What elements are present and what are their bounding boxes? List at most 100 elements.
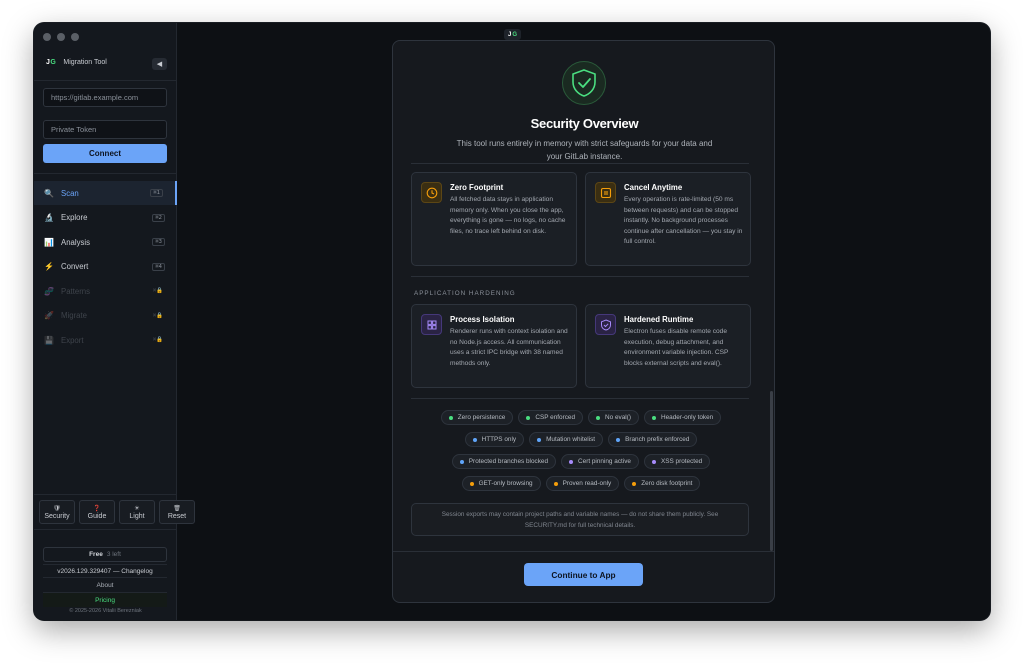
shortcut-hint: ⌘3	[152, 238, 165, 246]
badge-label: Zero persistence	[457, 414, 506, 421]
badge-label: HTTPS only	[481, 436, 517, 443]
sun-icon: ☀	[134, 505, 140, 512]
security-badge: Zero persistence	[440, 410, 514, 425]
divider	[411, 163, 749, 164]
sidebar-item-label: Export	[61, 335, 84, 345]
window-controls	[43, 33, 79, 41]
changelog-link[interactable]: v2026.129.329407 — Changelog	[43, 564, 167, 578]
sidebar-item-label: Migrate	[61, 311, 87, 320]
card-hardened-runtime: Hardened Runtime Electron fuses disable …	[585, 304, 751, 388]
button-label: Guide	[87, 512, 107, 520]
divider	[34, 80, 177, 81]
reset-button[interactable]: 🗑 Reset	[159, 500, 195, 524]
button-label: Light	[129, 512, 145, 520]
status-dot-icon	[632, 481, 637, 486]
sidebar-item-patterns[interactable]: 🧬 Patterns ⌘🔒	[34, 279, 177, 303]
security-badge: GET-only browsing	[461, 476, 541, 491]
badge-label: Cert pinning active	[578, 458, 631, 465]
sidebar-item-label: Scan	[61, 188, 79, 198]
copyright: © 2025-2026 Vitalii Berezniak	[69, 608, 142, 614]
plan-badge[interactable]: Free 3 left	[43, 547, 167, 562]
logo-letter-g: G	[512, 31, 517, 38]
security-badge: CSP enforced	[518, 410, 584, 425]
floppy-disk-icon: 💾	[44, 335, 54, 345]
url-placeholder: https://gitlab.example.com	[51, 93, 139, 102]
button-label: Security	[44, 512, 70, 520]
shortcut-hint: ⌘4	[152, 262, 165, 271]
security-badge: Cert pinning active	[561, 454, 639, 469]
sidebar-item-explore[interactable]: 🔬 Explore ⌘2	[34, 206, 177, 230]
app-window: JG Migration Tool ◀ https://gitlab.examp…	[34, 23, 990, 620]
badge-label: Header-only token	[660, 414, 714, 421]
sidebar-item-convert[interactable]: ⚡ Convert ⌘4	[34, 255, 177, 279]
shortcut-hint: ⌘🔒	[152, 337, 163, 343]
button-label: Reset	[167, 512, 187, 520]
badge-label: Zero disk footprint	[641, 480, 693, 487]
status-dot-icon	[526, 415, 531, 420]
card-zero-footprint: Zero Footprint All fetched data stays in…	[411, 172, 577, 266]
badge-label: GET-only browsing	[478, 480, 533, 487]
connect-button[interactable]: Connect	[43, 144, 167, 163]
grid-icon	[421, 314, 442, 335]
shortcut-hint: ⌘2	[152, 213, 165, 222]
status-dot-icon	[553, 481, 558, 486]
security-badge: Proven read-only	[545, 476, 620, 491]
sidebar-item-label: Explore	[61, 213, 88, 222]
badge-row: HTTPS only Mutation whitelist Branch prefi…	[393, 432, 769, 447]
security-button[interactable]: 🛡 Security	[39, 500, 75, 524]
sidebar-item-export[interactable]: 💾 Export ⌘🔒	[34, 328, 177, 352]
divider	[393, 551, 774, 552]
continue-to-app-button[interactable]: Continue to App	[524, 563, 643, 586]
bar-chart-icon: 📊	[44, 237, 54, 247]
divider	[34, 529, 177, 530]
gitlab-url-input[interactable]: https://gitlab.example.com	[43, 88, 167, 107]
security-badge: Header-only token	[643, 410, 722, 425]
topbar-logo: JG	[504, 29, 521, 40]
modal-subtitle: This tool runs entirely in memory with s…	[456, 139, 713, 161]
question-icon: ❓	[93, 505, 101, 512]
shortcut-hint: ⌘🔒	[152, 312, 163, 319]
sidebar-item-label: Analysis	[61, 237, 91, 247]
shield-check-icon	[595, 314, 616, 335]
badge-label: Branch prefix enforced	[625, 436, 690, 443]
status-dot-icon	[472, 437, 477, 442]
badge-row: Zero persistence CSP enforced No eval() Hea…	[393, 410, 769, 425]
status-dot-icon	[448, 415, 453, 420]
pause-icon	[595, 182, 616, 203]
pricing-link[interactable]: Pricing	[43, 593, 167, 607]
lightning-icon: ⚡	[44, 262, 54, 271]
status-dot-icon	[651, 415, 656, 420]
minimize-window-button[interactable]	[57, 33, 65, 41]
shortcut-hint: ⌘🔒	[152, 288, 163, 294]
badge-label: CSP enforced	[535, 414, 576, 421]
security-badge: XSS protected	[643, 454, 711, 469]
about-link[interactable]: About	[43, 579, 167, 593]
security-overview-modal: Security Overview This tool runs entirel…	[392, 40, 775, 603]
badge-row: GET-only browsing Proven read-only Zero di…	[393, 476, 769, 491]
collapse-sidebar-button[interactable]: ◀	[152, 58, 167, 70]
logo-letter-g: G	[50, 59, 57, 66]
badge-label: Mutation whitelist	[546, 436, 596, 443]
sidebar-item-label: Patterns	[61, 286, 91, 296]
bottom-toolbar: 🛡 Security ❓ Guide ☀ Light 🗑 Reset	[39, 500, 195, 524]
guide-button[interactable]: ❓ Guide	[79, 500, 115, 524]
status-dot-icon	[596, 415, 601, 420]
sidebar-item-analysis[interactable]: 📊 Analysis ⌘3	[34, 230, 177, 254]
zoom-window-button[interactable]	[71, 33, 79, 41]
sidebar-item-migrate[interactable]: 🚀 Migrate ⌘🔒	[34, 304, 177, 328]
triangle-left-icon: ◀	[156, 61, 163, 68]
status-dot-icon	[459, 459, 464, 464]
scrollbar[interactable]	[770, 391, 773, 551]
sidebar-item-scan[interactable]: 🔍 Scan ⌘1	[34, 181, 177, 205]
badge-label: Protected branches blocked	[468, 458, 549, 465]
card-title: Zero Footprint	[450, 183, 504, 192]
divider	[411, 276, 749, 277]
close-window-button[interactable]	[43, 33, 51, 41]
security-badge: Protected branches blocked	[451, 454, 557, 469]
private-token-input[interactable]: Private Token	[43, 120, 167, 139]
status-dot-icon	[537, 437, 542, 442]
status-dot-icon	[651, 459, 656, 464]
plan-remaining: 3 left	[106, 551, 121, 558]
light-button[interactable]: ☀ Light	[119, 500, 155, 524]
brand: JG Migration Tool	[46, 59, 107, 66]
